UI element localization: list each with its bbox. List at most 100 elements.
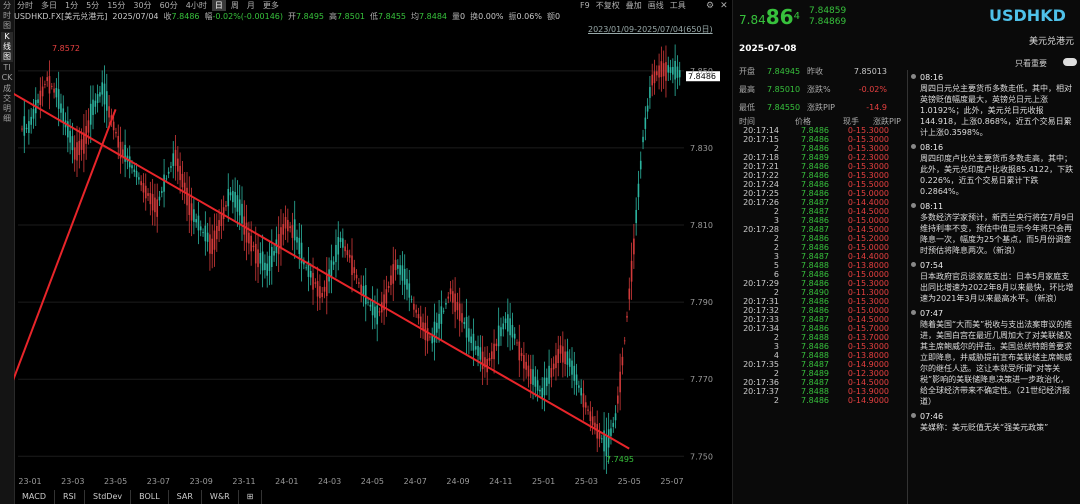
tab-wr[interactable]: W&R — [202, 490, 239, 504]
news-item[interactable]: 08:16 周四日元兑主要货币多数走低，其中，相对英镑贬值幅度最大，英镑兑日元上涨… — [911, 72, 1076, 138]
draw-button[interactable]: 画线 — [648, 0, 664, 11]
news-item[interactable]: 07:54 日本政府官员谈家庭支出：日本5月家庭支出同比增速为2022年8月以来最… — [911, 260, 1076, 304]
close-icon[interactable]: ✕ — [720, 1, 728, 11]
candle-body — [385, 289, 388, 304]
candle-body — [433, 321, 436, 343]
tick-t: 20:17:26 — [743, 198, 779, 207]
settings-icon[interactable]: ⚙ — [706, 1, 714, 11]
f9-button[interactable]: F9 — [580, 0, 590, 11]
stat-value2: -14.9 — [866, 102, 887, 112]
candle-body — [614, 413, 617, 421]
tick-v: 0 — [847, 261, 853, 270]
candle-body — [440, 306, 443, 324]
candle-body — [186, 187, 188, 206]
candle-body — [658, 65, 660, 78]
tick-t: 20:17:32 — [743, 306, 779, 315]
candle-body — [665, 62, 667, 81]
quote-panel: 7.84864 7.84859 7.84869 USDHKD 美元兑港元 202… — [732, 0, 1080, 504]
candle-body — [117, 136, 120, 148]
period-more[interactable]: 更多 — [260, 0, 282, 11]
symbol-title: USDHKD — [989, 6, 1066, 25]
period-month[interactable]: 月 — [244, 0, 258, 11]
tick-pip: -14.4000 — [853, 198, 889, 207]
candle-body — [669, 67, 672, 73]
tick-list[interactable]: 时间 价格 现手 涨跌PIP 20:17:14 7.8486 0 -15.3000 20… — [739, 116, 911, 405]
period-30m[interactable]: 30分 — [130, 0, 154, 11]
tick-pip: -15.0000 — [853, 216, 889, 225]
tool-kline[interactable]: K线图 — [1, 32, 13, 62]
important-only-toggle[interactable] — [1063, 58, 1077, 66]
candles — [21, 44, 681, 474]
overlay-button[interactable]: 叠加 — [626, 0, 642, 11]
tick-pip: -14.5000 — [853, 315, 889, 324]
candle-body — [225, 205, 227, 207]
tools-button[interactable]: 工具 — [670, 0, 686, 11]
stat-value: 7.84945 — [767, 66, 801, 76]
candle-body — [637, 183, 640, 198]
tick-row: 20:17:14 7.8486 0 -15.3000 — [739, 126, 911, 135]
tab-stddev[interactable]: StdDev — [85, 490, 132, 504]
stat-value: 7.84550 — [767, 102, 801, 112]
tick-row: 2 7.8486 0 -15.2000 — [739, 234, 911, 243]
chg-label: 幅 — [204, 12, 213, 21]
candle-body — [289, 226, 291, 229]
period-60m[interactable]: 60分 — [157, 0, 181, 11]
candle-body — [44, 84, 46, 85]
candle-body — [667, 65, 670, 73]
tool-timeshare[interactable]: 分时图 — [1, 1, 13, 31]
chart-controls: F9 不复权 叠加 画线 工具 — [580, 0, 686, 11]
x-axis: 23-01 23-03 23-05 23-07 23-09 23-11 24-01 24-03… — [18, 477, 683, 486]
tick-row: 20:17:35 7.8487 0 -14.9000 — [739, 360, 911, 369]
vol-value: 0 — [460, 12, 466, 21]
tick-p: 7.8488 — [801, 333, 829, 342]
period-4h[interactable]: 4小时 — [183, 0, 210, 11]
tick-head-time: 时间 — [739, 117, 755, 126]
add-indicator-button[interactable]: ⊞ — [239, 490, 263, 504]
candle-body — [364, 285, 367, 305]
candle-body — [639, 160, 642, 170]
news-feed[interactable]: 08:16 周四日元兑主要货币多数走低，其中，相对英镑贬值幅度最大，英镑兑日元上涨… — [907, 70, 1076, 504]
news-item[interactable]: 08:11 多数经济学家预计，新西兰央行将在7月9日维持利率不变，预估中值显示今年… — [911, 201, 1076, 256]
news-item[interactable]: 07:46 美媒称：美元贬值无关“强美元政策” — [911, 411, 1076, 433]
quote-date: 2025-07-08 — [739, 44, 797, 54]
x-tick-label: 24-07 — [404, 477, 427, 486]
period-day[interactable]: 日 — [211, 0, 226, 11]
tick-p: 7.8486 — [801, 342, 829, 351]
tick-t: 20:17:34 — [743, 324, 779, 333]
x-tick-label: 23-03 — [61, 477, 84, 486]
tab-rsi[interactable]: RSI — [55, 490, 85, 504]
period-5m[interactable]: 5分 — [83, 0, 102, 11]
news-item[interactable]: 07:47 随着美国“大而美”税收与支出法案审议的推进，美国白宫在最近几周加大了对… — [911, 308, 1076, 407]
candle-body — [211, 238, 214, 255]
tab-sar[interactable]: SAR — [169, 490, 202, 504]
info-date: 2025/07/04 — [112, 12, 159, 21]
period-week[interactable]: 周 — [228, 0, 242, 11]
tab-macd[interactable]: MACD — [14, 490, 55, 504]
candle-body — [415, 309, 417, 313]
tick-t: 3 — [773, 342, 779, 351]
period-15m[interactable]: 15分 — [104, 0, 128, 11]
kline-chart[interactable]: 7.85727.74957.8486 7.8507.8307.8107.7907… — [14, 34, 732, 488]
trend-arrow — [14, 109, 117, 381]
tab-boll[interactable]: BOLL — [131, 490, 169, 504]
candle-body — [209, 234, 211, 254]
candle-body — [493, 343, 495, 360]
candle-body — [403, 268, 406, 285]
candle-body — [71, 136, 74, 151]
period-timeshare[interactable]: 分时 — [14, 0, 36, 11]
tool-trade-detail[interactable]: 成交明细 — [1, 84, 13, 124]
tick-head-vol: 现手 — [843, 117, 859, 126]
x-tick-label: 23-01 — [18, 477, 41, 486]
period-1m[interactable]: 1分 — [62, 0, 81, 11]
candle-body — [564, 351, 566, 365]
tick-p: 7.8487 — [801, 198, 829, 207]
candle-body — [257, 249, 259, 268]
adjust-button[interactable]: 不复权 — [596, 0, 620, 11]
candle-body — [507, 314, 509, 332]
candle-body — [468, 328, 470, 342]
period-multiday[interactable]: 多日 — [38, 0, 60, 11]
news-item[interactable]: 08:16 周四印度卢比兑主要货币多数走高，其中；此外，美元兑印度卢比收报85.4… — [911, 142, 1076, 197]
tick-row: 3 7.8486 0 -15.0000 — [739, 216, 911, 225]
tool-tick[interactable]: TICK — [1, 63, 13, 83]
symbol-name: 美元兑港元 — [1029, 37, 1075, 47]
